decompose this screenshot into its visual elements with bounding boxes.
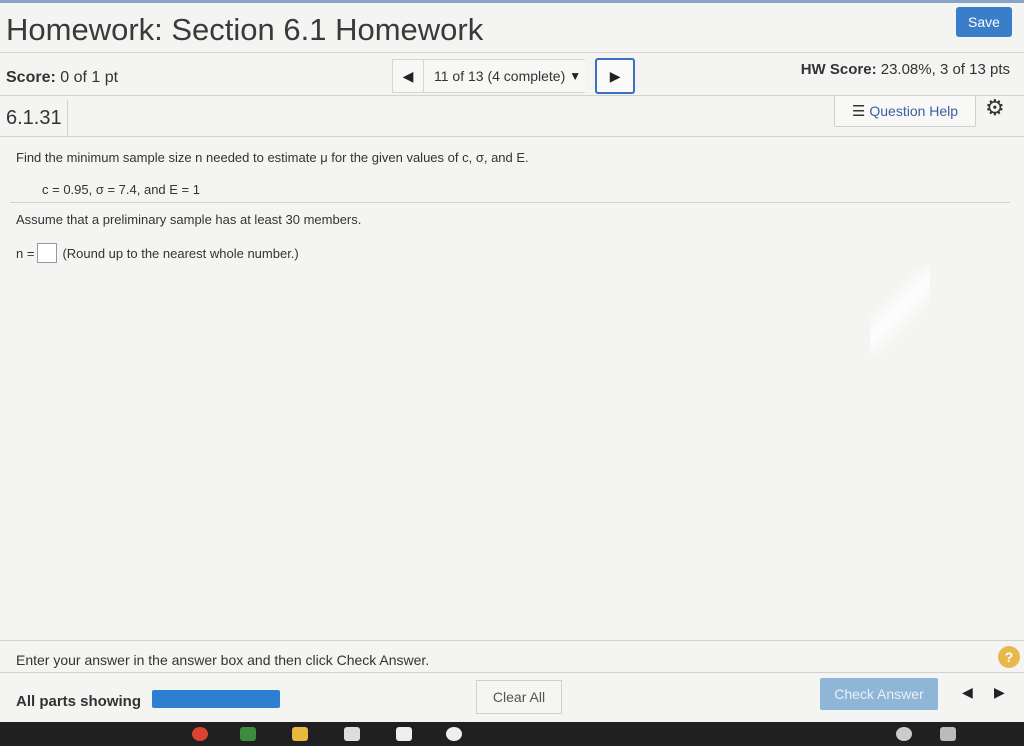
network-icon[interactable] bbox=[940, 727, 956, 741]
folder-icon[interactable] bbox=[292, 727, 308, 741]
top-accent-line bbox=[0, 0, 1024, 3]
next-question-button[interactable]: ▶ bbox=[595, 58, 636, 94]
previous-part-button[interactable]: ◀ bbox=[962, 684, 973, 701]
divider bbox=[0, 136, 1024, 137]
tray-icon[interactable] bbox=[896, 727, 912, 741]
triangle-right-icon: ▶ bbox=[609, 67, 621, 84]
previous-question-button[interactable]: ◀ bbox=[392, 59, 424, 93]
answer-instruction: Enter your answer in the answer box and … bbox=[16, 652, 430, 668]
question-prompt: Find the minimum sample size n needed to… bbox=[16, 150, 529, 165]
triangle-left-icon: ◀ bbox=[962, 684, 973, 700]
next-part-button[interactable]: ▶ bbox=[994, 684, 1005, 701]
triangle-right-icon: ▶ bbox=[994, 684, 1005, 700]
question-number: 6.1.31 bbox=[0, 100, 68, 136]
score-value: 0 of 1 pt bbox=[60, 69, 119, 86]
help-icon[interactable]: ? bbox=[998, 646, 1020, 668]
save-button[interactable]: Save bbox=[956, 7, 1012, 37]
score-display: Score: 0 of 1 pt bbox=[6, 69, 118, 87]
clear-all-button[interactable]: Clear All bbox=[476, 680, 562, 714]
dropbox-icon[interactable] bbox=[396, 727, 412, 741]
hw-score-label: HW Score: bbox=[800, 61, 877, 78]
answer-input[interactable] bbox=[37, 243, 58, 263]
question-selector-label: 11 of 13 (4 complete) bbox=[434, 68, 566, 84]
parts-progress-bar bbox=[152, 690, 280, 708]
question-selector-dropdown[interactable]: 11 of 13 (4 complete) ▼ bbox=[424, 59, 586, 93]
parts-showing-label: All parts showing bbox=[16, 693, 142, 710]
triangle-left-icon: ◀ bbox=[402, 67, 414, 84]
gear-icon[interactable]: ⚙ bbox=[985, 95, 1005, 121]
screen-glare bbox=[870, 265, 930, 355]
homework-page: Homework: Section 6.1 Homework Save Scor… bbox=[0, 0, 1024, 722]
xbox-icon[interactable] bbox=[446, 727, 462, 741]
question-givens: c = 0.95, σ = 7.4, and E = 1 bbox=[42, 182, 200, 197]
score-label: Score: bbox=[6, 69, 56, 86]
question-navigator: ◀ 11 of 13 (4 complete) ▼ ▶ bbox=[392, 58, 640, 94]
answer-prefix: n = bbox=[16, 245, 35, 261]
divider bbox=[0, 672, 1024, 673]
divider bbox=[0, 640, 1024, 641]
check-answer-button[interactable]: Check Answer bbox=[820, 678, 938, 710]
chrome-icon[interactable] bbox=[192, 727, 208, 741]
question-help-label: Question Help bbox=[869, 103, 959, 119]
divider bbox=[10, 202, 1010, 203]
hw-score-value: 23.08%, 3 of 13 pts bbox=[880, 61, 1010, 78]
app-icon[interactable] bbox=[240, 727, 256, 741]
hw-score-display: HW Score: 23.08%, 3 of 13 pts bbox=[801, 61, 1010, 78]
question-help-button[interactable]: ☰ Question Help bbox=[834, 95, 976, 127]
page-title: Homework: Section 6.1 Homework bbox=[6, 12, 484, 47]
os-taskbar bbox=[0, 722, 1024, 746]
divider bbox=[0, 52, 1024, 53]
answer-row: n = (Round up to the nearest whole numbe… bbox=[16, 243, 299, 263]
chevron-down-icon: ▼ bbox=[569, 69, 582, 83]
answer-hint: (Round up to the nearest whole number.) bbox=[62, 245, 299, 261]
store-icon[interactable] bbox=[344, 727, 360, 741]
question-assumption: Assume that a preliminary sample has at … bbox=[16, 212, 362, 227]
list-icon: ☰ bbox=[851, 103, 866, 120]
